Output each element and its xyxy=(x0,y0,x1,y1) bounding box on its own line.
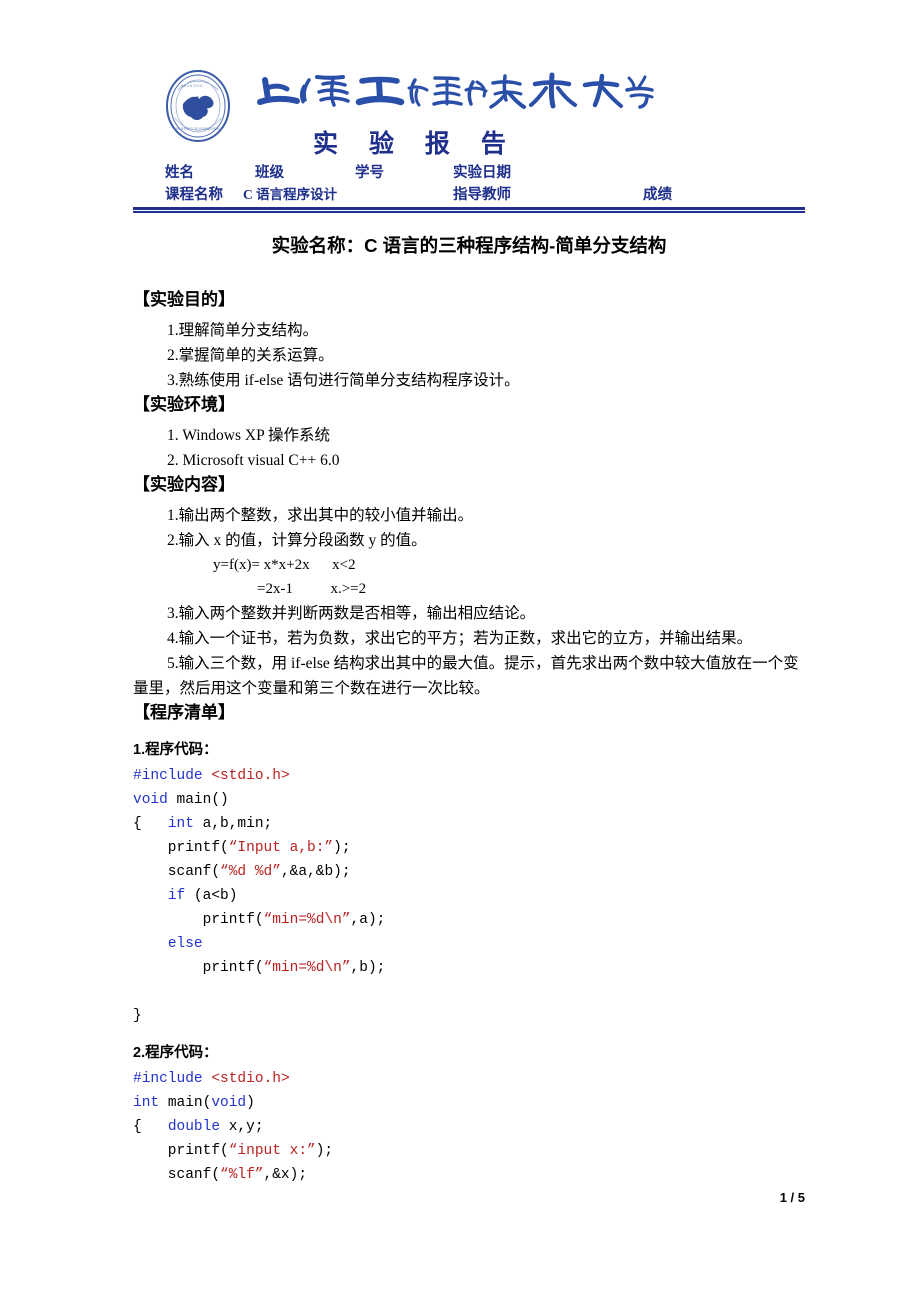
name-label: 姓名 xyxy=(165,165,194,181)
code-block-1: #include <stdio.h> void main() { int a,b… xyxy=(133,768,386,1024)
formula-line-2: =2x-1 x.>=2 xyxy=(257,581,367,597)
masthead: S H A N G H A I UNIVERSITY OF ENGINEERIN… xyxy=(133,0,805,158)
code-block-2-heading: 2.程序代码： xyxy=(133,1045,218,1061)
teacher-label: 指导教师 xyxy=(453,187,511,203)
university-seal-icon: S H A N G H A I UNIVERSITY OF ENGINEERIN… xyxy=(163,68,233,144)
purpose-item: 3.熟练使用 if-else 语句进行简单分支结构程序设计。 xyxy=(167,372,520,389)
svg-text:UNIVERSITY OF ENGINEERING: UNIVERSITY OF ENGINEERING xyxy=(174,127,222,131)
page-number: 1 / 5 xyxy=(779,1190,805,1205)
class-label: 班级 xyxy=(255,165,284,181)
section-heading-listing: 【程序清单】 xyxy=(133,703,235,722)
environment-item: 1. Windows XP 操作系统 xyxy=(167,427,331,444)
code-block-2: #include <stdio.h> int main(void) { doub… xyxy=(133,1071,334,1183)
date-label: 实验日期 xyxy=(453,165,511,181)
content-item-1: 1.输出两个整数，求出其中的较小值并输出。 xyxy=(167,507,474,524)
form-row-2: 课程名称 C 语言程序设计 指导教师 成绩 xyxy=(133,183,805,205)
purpose-item: 1.理解简单分支结构。 xyxy=(167,322,319,339)
header-divider xyxy=(133,207,805,213)
document-page: S H A N G H A I UNIVERSITY OF ENGINEERIN… xyxy=(0,0,920,1302)
page-content: S H A N G H A I UNIVERSITY OF ENGINEERIN… xyxy=(133,0,805,1205)
report-title: 实 验 报 告 xyxy=(313,130,518,158)
formula-line-1: y=f(x)= x*x+2x x<2 xyxy=(213,557,356,573)
section-heading-purpose: 【实验目的】 xyxy=(133,290,235,309)
course-label: 课程名称 xyxy=(165,187,223,203)
grade-label: 成绩 xyxy=(643,187,672,203)
course-value: C 语言程序设计 xyxy=(243,187,338,202)
form-row-1: 姓名 班级 学号 实验日期 xyxy=(133,161,805,183)
experiment-title: 实验名称：C 语言的三种程序结构-简单分支结构 xyxy=(271,235,667,256)
document-body: 【实验目的】 1.理解简单分支结构。 2.掌握简单的关系运算。 3.熟练使用 i… xyxy=(133,288,805,1187)
purpose-item: 2.掌握简单的关系运算。 xyxy=(167,347,334,364)
content-item-2: 2.输入 x 的值，计算分段函数 y 的值。 xyxy=(167,532,427,549)
form-field-rows: 姓名 班级 学号 实验日期 课程名称 C 语言程序设计 指导教师 成绩 xyxy=(133,161,805,205)
section-heading-environment: 【实验环境】 xyxy=(133,395,235,414)
section-heading-content: 【实验内容】 xyxy=(133,475,235,494)
environment-item: 2. Microsoft visual C++ 6.0 xyxy=(167,452,340,469)
content-item-3: 3.输入两个整数并判断两数是否相等，输出相应结论。 xyxy=(167,605,536,622)
svg-text:S H A N G H A I: S H A N G H A I xyxy=(181,84,203,88)
content-item-4: 4.输入一个证书，若为负数，求出它的平方；若为正数，求出它的立方，并输出结果。 xyxy=(167,630,753,647)
code-block-1-heading: 1.程序代码： xyxy=(133,742,218,758)
university-name-calligraphy xyxy=(255,66,655,118)
content-item-5: 5.输入三个数，用 if-else 结构求出其中的最大值。提示，首先求出两个数中… xyxy=(133,655,799,697)
student-id-label: 学号 xyxy=(355,165,384,181)
